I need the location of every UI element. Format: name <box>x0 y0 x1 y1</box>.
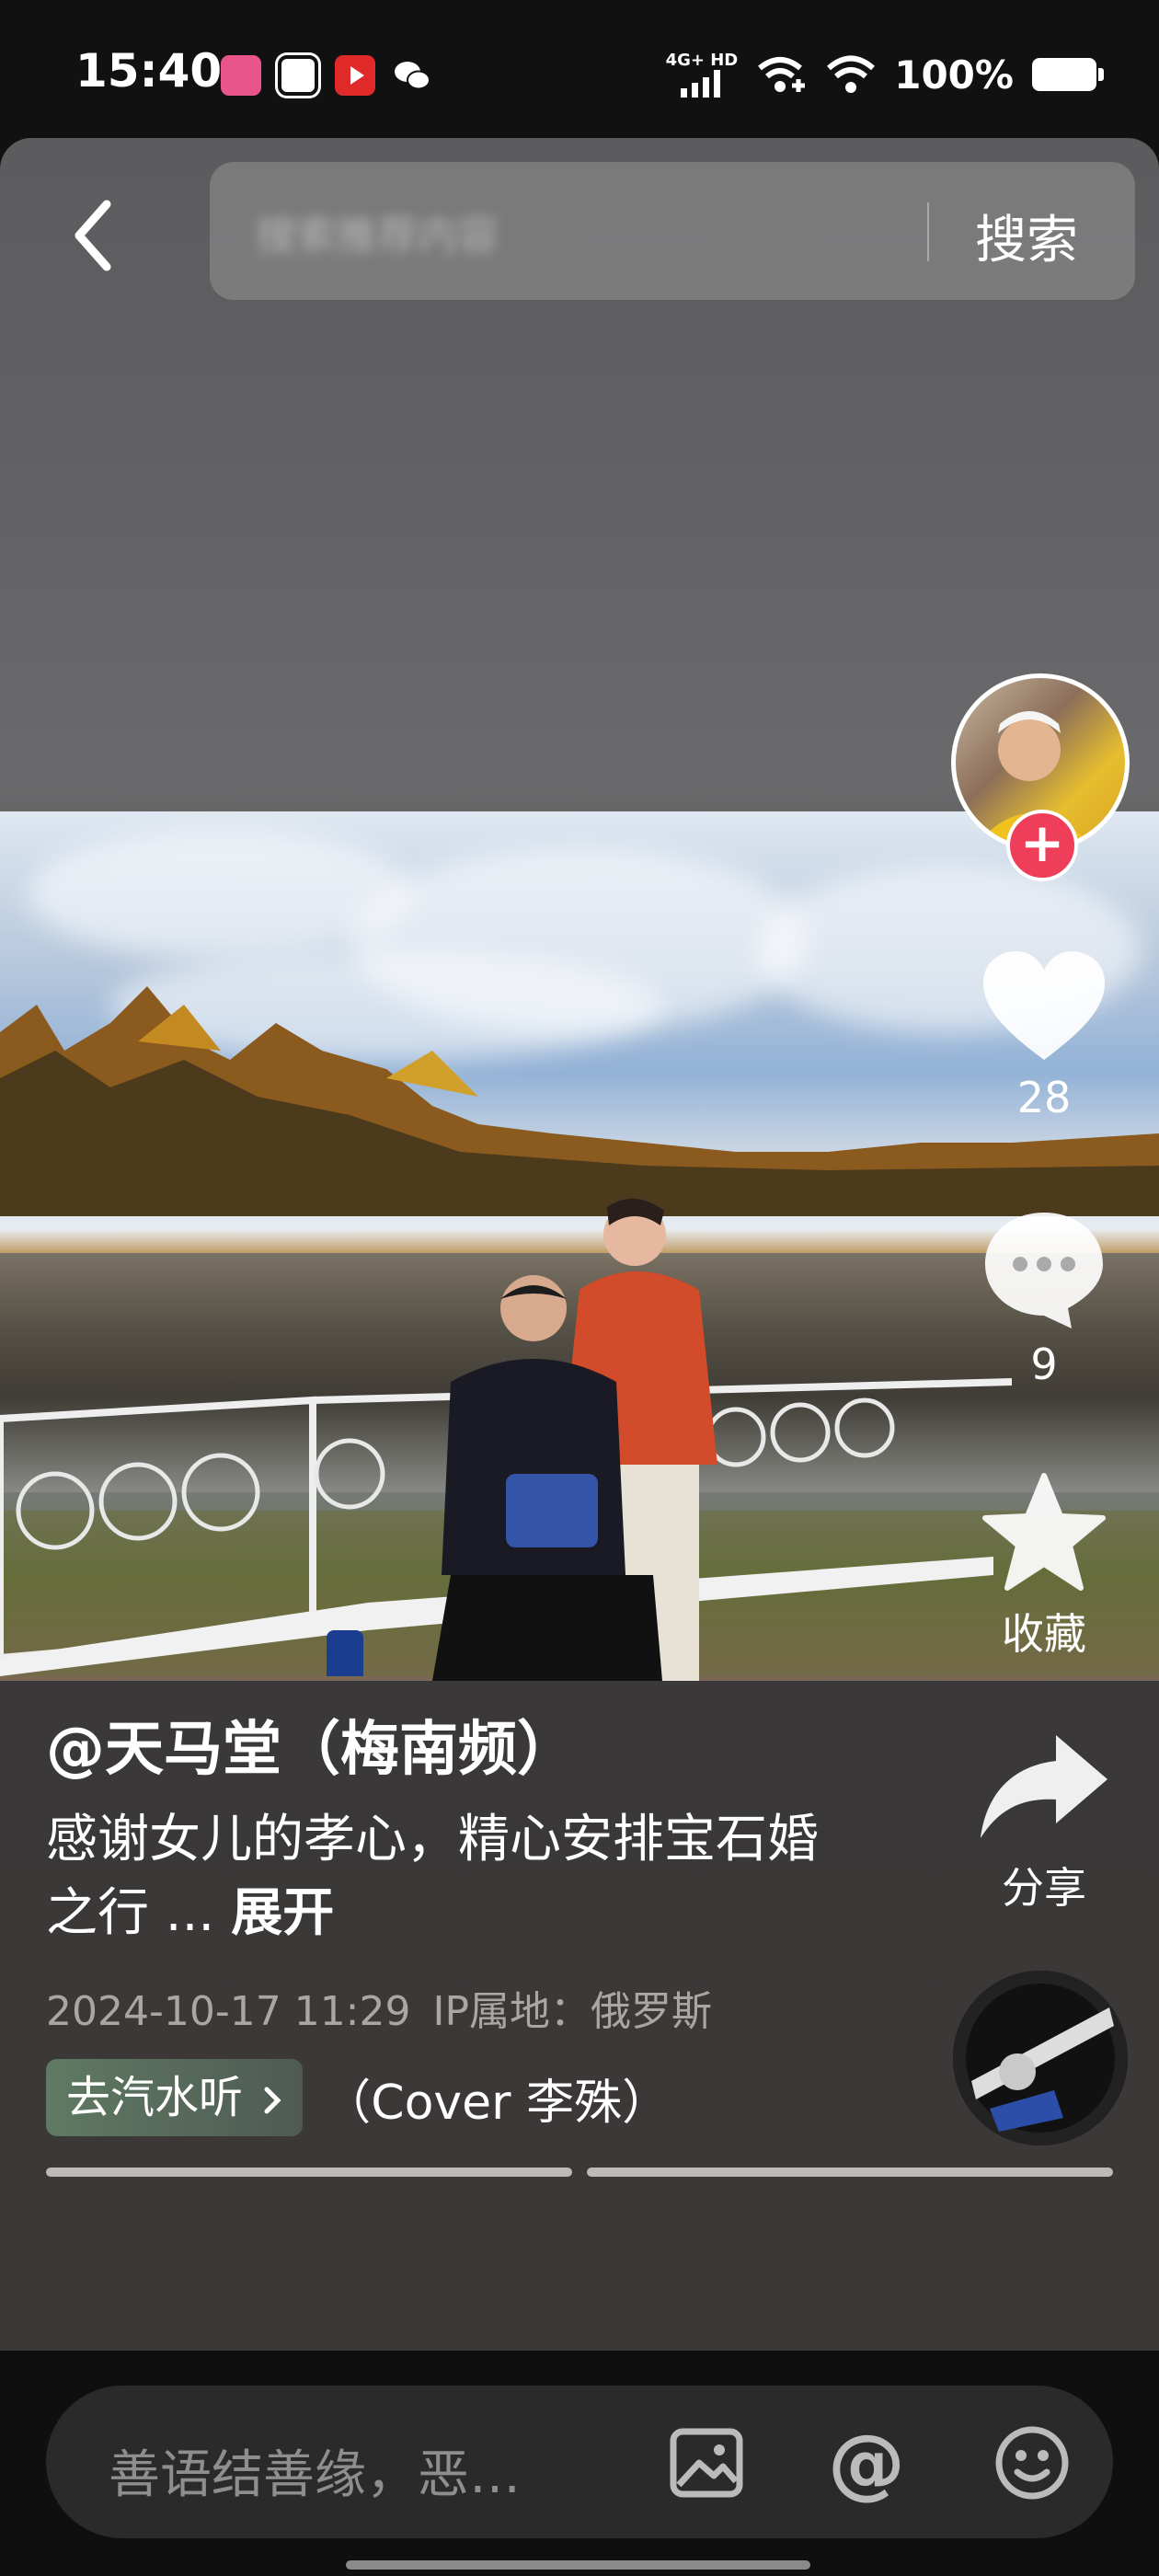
network-label: 4G+ HD <box>665 51 739 70</box>
collect-button[interactable]: 收藏 <box>966 1472 1122 1662</box>
back-button[interactable] <box>59 190 132 282</box>
author-name[interactable]: @天马堂（梅南频） <box>46 1702 576 1787</box>
home-indicator[interactable] <box>346 2560 810 2570</box>
post-description: 感谢女儿的孝心，精心安排宝石婚之行 ... 展开 <box>46 1803 837 1950</box>
play-app-icon <box>335 55 375 96</box>
description-text: 感谢女儿的孝心，精心安排宝石婚之行 ... <box>46 1810 819 1943</box>
wifi-icon <box>827 55 876 93</box>
chevron-left-icon <box>75 200 111 271</box>
progress-segment-1 <box>46 2168 572 2177</box>
share-label: 分享 <box>1002 1863 1086 1913</box>
emoji-button[interactable] <box>993 2424 1071 2501</box>
follow-button[interactable]: + <box>1006 810 1078 881</box>
post-meta: 2024-10-17 11:29 IP属地：俄罗斯 <box>46 1978 712 2037</box>
music-open-button[interactable]: 去汽水听 <box>46 2059 304 2136</box>
like-count: 28 <box>1016 1073 1072 1122</box>
search-button[interactable]: 搜索 <box>975 199 1078 273</box>
post-date: 2024-10-17 11:29 <box>46 1988 411 2035</box>
like-button[interactable]: 28 <box>966 948 1122 1122</box>
comment-icon <box>985 1213 1103 1328</box>
battery-icon <box>1032 58 1104 91</box>
emoji-icon <box>995 2426 1069 2500</box>
man-figure <box>432 1275 662 1681</box>
battery-percent: 100% <box>894 52 1014 98</box>
comment-button[interactable]: 9 <box>966 1205 1122 1389</box>
music-disc[interactable] <box>953 1971 1128 2145</box>
hand-app-icon <box>278 55 318 96</box>
signal-icon <box>680 70 720 98</box>
music-name[interactable]: （Cover 李殊） <box>323 2064 670 2133</box>
status-time: 15:40 <box>75 44 223 98</box>
bilibili-app-icon <box>221 55 261 96</box>
share-button[interactable]: 分享 <box>966 1730 1122 1915</box>
music-row: 去汽水听 （Cover 李殊） <box>46 2059 670 2136</box>
progress-segment-2 <box>587 2168 1113 2177</box>
search-divider <box>927 202 929 261</box>
comment-input-box[interactable]: 善语结善缘，恶… @ <box>46 2386 1113 2538</box>
share-arrow-icon <box>981 1735 1107 1838</box>
status-indicators: 4G+ HD 100% <box>665 51 1104 98</box>
music-tag-label: 去汽水听 <box>66 2072 244 2123</box>
bottom-bar: 善语结善缘，恶… @ <box>0 2351 1159 2576</box>
search-bar[interactable]: 搜索推荐内容 搜索 <box>210 162 1135 300</box>
ip-location: IP属地：俄罗斯 <box>432 1988 713 2035</box>
status-bar: 15:40 4G+ HD 100% <box>0 0 1159 138</box>
heart-icon <box>983 951 1105 1060</box>
chevron-right-icon <box>264 2087 281 2114</box>
star-icon <box>982 1473 1106 1591</box>
expand-button[interactable]: 展开 <box>231 1883 334 1943</box>
search-placeholder[interactable]: 搜索推荐内容 <box>256 202 499 261</box>
comment-input[interactable]: 善语结善缘，恶… <box>109 2433 521 2508</box>
comment-count: 9 <box>1030 1340 1058 1389</box>
collect-label: 收藏 <box>1002 1609 1086 1659</box>
wifi-plus-icon <box>758 57 806 92</box>
image-button[interactable] <box>668 2424 745 2501</box>
at-button[interactable]: @ <box>828 2424 905 2501</box>
image-icon <box>670 2428 743 2498</box>
wechat-icon <box>392 55 432 96</box>
